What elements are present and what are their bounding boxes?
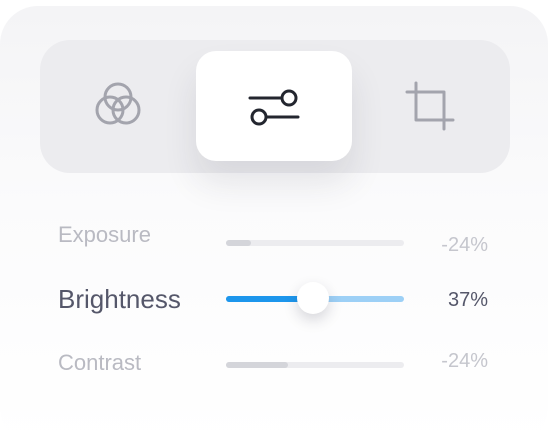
exposure-label: Exposure — [58, 222, 151, 247]
tab-color[interactable] — [40, 51, 196, 161]
contrast-label: Contrast — [58, 350, 142, 375]
crop-icon — [405, 81, 455, 131]
exposure-value: -24% — [441, 234, 488, 256]
tab-crop[interactable] — [352, 51, 508, 161]
contrast-slider-fill — [226, 362, 289, 368]
tool-tabs — [40, 40, 510, 173]
brightness-value: 37% — [447, 289, 488, 311]
sliders-icon — [248, 89, 300, 126]
brightness-label: Brightness — [58, 284, 181, 314]
contrast-slider[interactable] — [226, 362, 404, 368]
exposure-slider[interactable] — [226, 240, 404, 246]
contrast-value: -24% — [441, 350, 488, 372]
exposure-slider-fill — [226, 240, 251, 246]
tab-adjust[interactable] — [196, 51, 352, 161]
color-circles-icon — [95, 82, 141, 125]
brightness-slider[interactable] — [226, 282, 404, 314]
brightness-slider-handle[interactable] — [297, 282, 330, 314]
